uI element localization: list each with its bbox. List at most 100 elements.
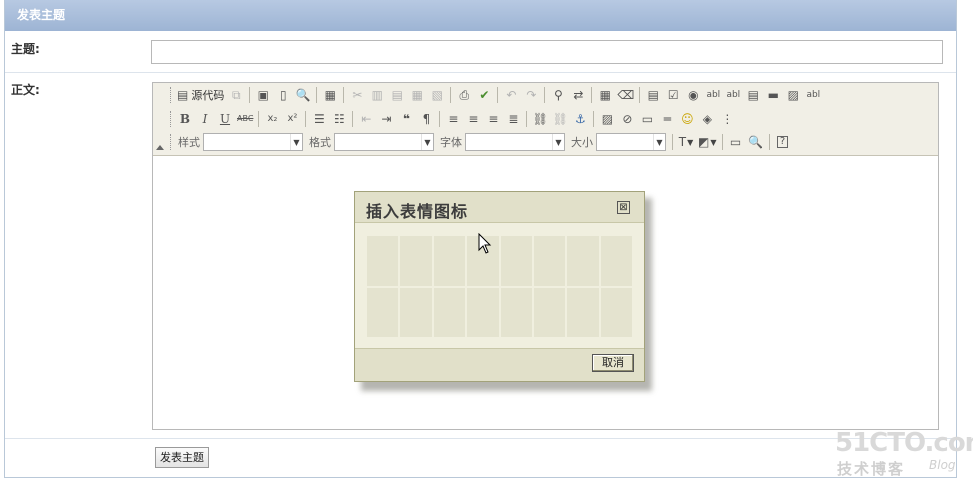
subscript-button[interactable]: x₂: [262, 109, 282, 129]
italic-button[interactable]: I: [195, 109, 215, 129]
row-divider: [5, 72, 956, 73]
redo-icon[interactable]: ↷: [521, 85, 541, 105]
mouse-pointer-icon: [478, 233, 492, 254]
smiley-cell[interactable]: [467, 287, 499, 337]
anchor-icon[interactable]: ⚓: [570, 109, 590, 129]
close-icon[interactable]: ⊠: [617, 201, 630, 214]
radio-icon[interactable]: ◉: [683, 85, 703, 105]
ordered-list-icon[interactable]: ☰: [309, 109, 329, 129]
show-blocks-icon[interactable]: 🔍: [746, 132, 766, 152]
panel-header-title: 发表主题: [5, 0, 956, 31]
dialog-body: [355, 222, 644, 349]
text-color-icon: T: [678, 135, 687, 149]
unordered-list-icon[interactable]: ☷: [329, 109, 349, 129]
smiley-cell[interactable]: [600, 287, 632, 337]
watermark-blog: Blog: [929, 458, 956, 472]
text-field-icon[interactable]: abl: [703, 85, 723, 105]
blockquote-icon[interactable]: ❝: [396, 109, 416, 129]
chevron-down-icon: ▼: [290, 134, 302, 150]
smiley-cell[interactable]: [400, 236, 432, 286]
smiley-cell[interactable]: [533, 236, 566, 286]
cancel-button[interactable]: 取消: [592, 354, 634, 372]
image-icon[interactable]: ▨: [597, 109, 617, 129]
chevron-down-icon: ▼: [653, 134, 665, 150]
textarea-icon[interactable]: abl: [723, 85, 743, 105]
form-icon[interactable]: ▤: [643, 85, 663, 105]
align-right-icon[interactable]: ≡: [483, 109, 503, 129]
collapse-toolbar-icon[interactable]: [156, 145, 164, 150]
smiley-cell[interactable]: [567, 287, 599, 337]
smiley-cell[interactable]: [533, 287, 566, 337]
horizontal-rule-icon[interactable]: ═: [657, 109, 677, 129]
paste-from-word-icon[interactable]: ▧: [427, 85, 447, 105]
help-icon[interactable]: ?: [773, 132, 793, 152]
style-label: 样式: [178, 136, 200, 149]
replace-icon[interactable]: ⇄: [568, 85, 588, 105]
remove-format-icon[interactable]: ⌫: [615, 85, 636, 105]
dialog-footer: 取消: [355, 350, 644, 381]
save-icon[interactable]: ▣: [253, 85, 273, 105]
flash-icon[interactable]: ⊘: [617, 109, 637, 129]
div-container-icon[interactable]: ¶: [416, 109, 436, 129]
smiley-cell[interactable]: [433, 287, 466, 337]
print-icon[interactable]: ⎙: [454, 85, 474, 105]
maximize-icon[interactable]: ▭: [726, 132, 746, 152]
style-select[interactable]: ▼: [203, 133, 303, 151]
paste-text-icon[interactable]: ▤: [387, 85, 407, 105]
page-break-icon[interactable]: ⋮: [717, 109, 737, 129]
background-color-icon: ◩: [698, 135, 710, 149]
toolbar-row-2: B I U ABC x₂ x² ☰ ☷ ⇤ ⇥ ❝ ¶ ≡ ≡ ≡ ≣ ⛓ ⛓ …: [167, 108, 737, 130]
text-color-button[interactable]: T ▼: [676, 132, 696, 152]
spellcheck-icon[interactable]: ✔: [474, 85, 494, 105]
row-divider: [5, 438, 956, 439]
button-field-icon[interactable]: ▬: [763, 85, 783, 105]
cut-icon[interactable]: ✂: [347, 85, 367, 105]
hidden-field-icon[interactable]: abl: [803, 85, 823, 105]
source-code-button[interactable]: ▤ 源代码: [175, 85, 226, 105]
submit-topic-button[interactable]: 发表主题: [155, 447, 209, 468]
underline-button[interactable]: U: [215, 109, 235, 129]
align-justify-icon[interactable]: ≣: [503, 109, 523, 129]
smiley-cell[interactable]: [367, 287, 399, 337]
image-button-icon[interactable]: ▨: [783, 85, 803, 105]
smiley-icon[interactable]: ☺: [677, 109, 697, 129]
undo-icon[interactable]: ↶: [501, 85, 521, 105]
font-select[interactable]: ▼: [465, 133, 565, 151]
smiley-cell[interactable]: [400, 287, 432, 337]
link-icon[interactable]: ⛓: [530, 109, 550, 129]
chevron-down-icon: ▼: [552, 134, 564, 150]
smiley-cell[interactable]: [367, 236, 399, 286]
smiley-cell[interactable]: [567, 236, 599, 286]
bold-button[interactable]: B: [175, 109, 195, 129]
table-icon[interactable]: ▭: [637, 109, 657, 129]
strikethrough-button[interactable]: ABC: [235, 109, 255, 129]
new-page-icon[interactable]: ▯: [273, 85, 293, 105]
format-select[interactable]: ▼: [334, 133, 434, 151]
special-char-icon[interactable]: ◈: [697, 109, 717, 129]
background-color-button[interactable]: ◩ ▼: [696, 132, 719, 152]
smiley-cell[interactable]: [500, 236, 532, 286]
toolbar-grip: [170, 87, 172, 103]
subject-input[interactable]: [151, 40, 943, 64]
size-select[interactable]: ▼: [596, 133, 666, 151]
smiley-cell[interactable]: [433, 236, 466, 286]
body-label: 正文:: [11, 83, 40, 97]
checkbox-icon[interactable]: ☑: [663, 85, 683, 105]
select-all-icon[interactable]: ▦: [595, 85, 615, 105]
smiley-cell[interactable]: [600, 236, 632, 286]
smiley-cell[interactable]: [500, 287, 532, 337]
outdent-icon[interactable]: ⇤: [356, 109, 376, 129]
superscript-button[interactable]: x²: [282, 109, 302, 129]
paste-word-icon[interactable]: ▦: [407, 85, 427, 105]
indent-icon[interactable]: ⇥: [376, 109, 396, 129]
select-field-icon[interactable]: ▤: [743, 85, 763, 105]
preview-icon[interactable]: 🔍: [293, 85, 313, 105]
unlink-icon[interactable]: ⛓: [550, 109, 570, 129]
find-icon[interactable]: ⚲: [548, 85, 568, 105]
templates-icon[interactable]: ▦: [320, 85, 340, 105]
paste-icon[interactable]: ▥: [367, 85, 387, 105]
align-left-icon[interactable]: ≡: [443, 109, 463, 129]
align-center-icon[interactable]: ≡: [463, 109, 483, 129]
toolbar-row-1: ▤ 源代码 ⧉ ▣ ▯ 🔍 ▦ ✂ ▥ ▤ ▦ ▧ ⎙ ✔ ↶ ↷ ⚲ ⇄ ▦ …: [167, 84, 823, 106]
copy-icon[interactable]: ⧉: [226, 85, 246, 105]
